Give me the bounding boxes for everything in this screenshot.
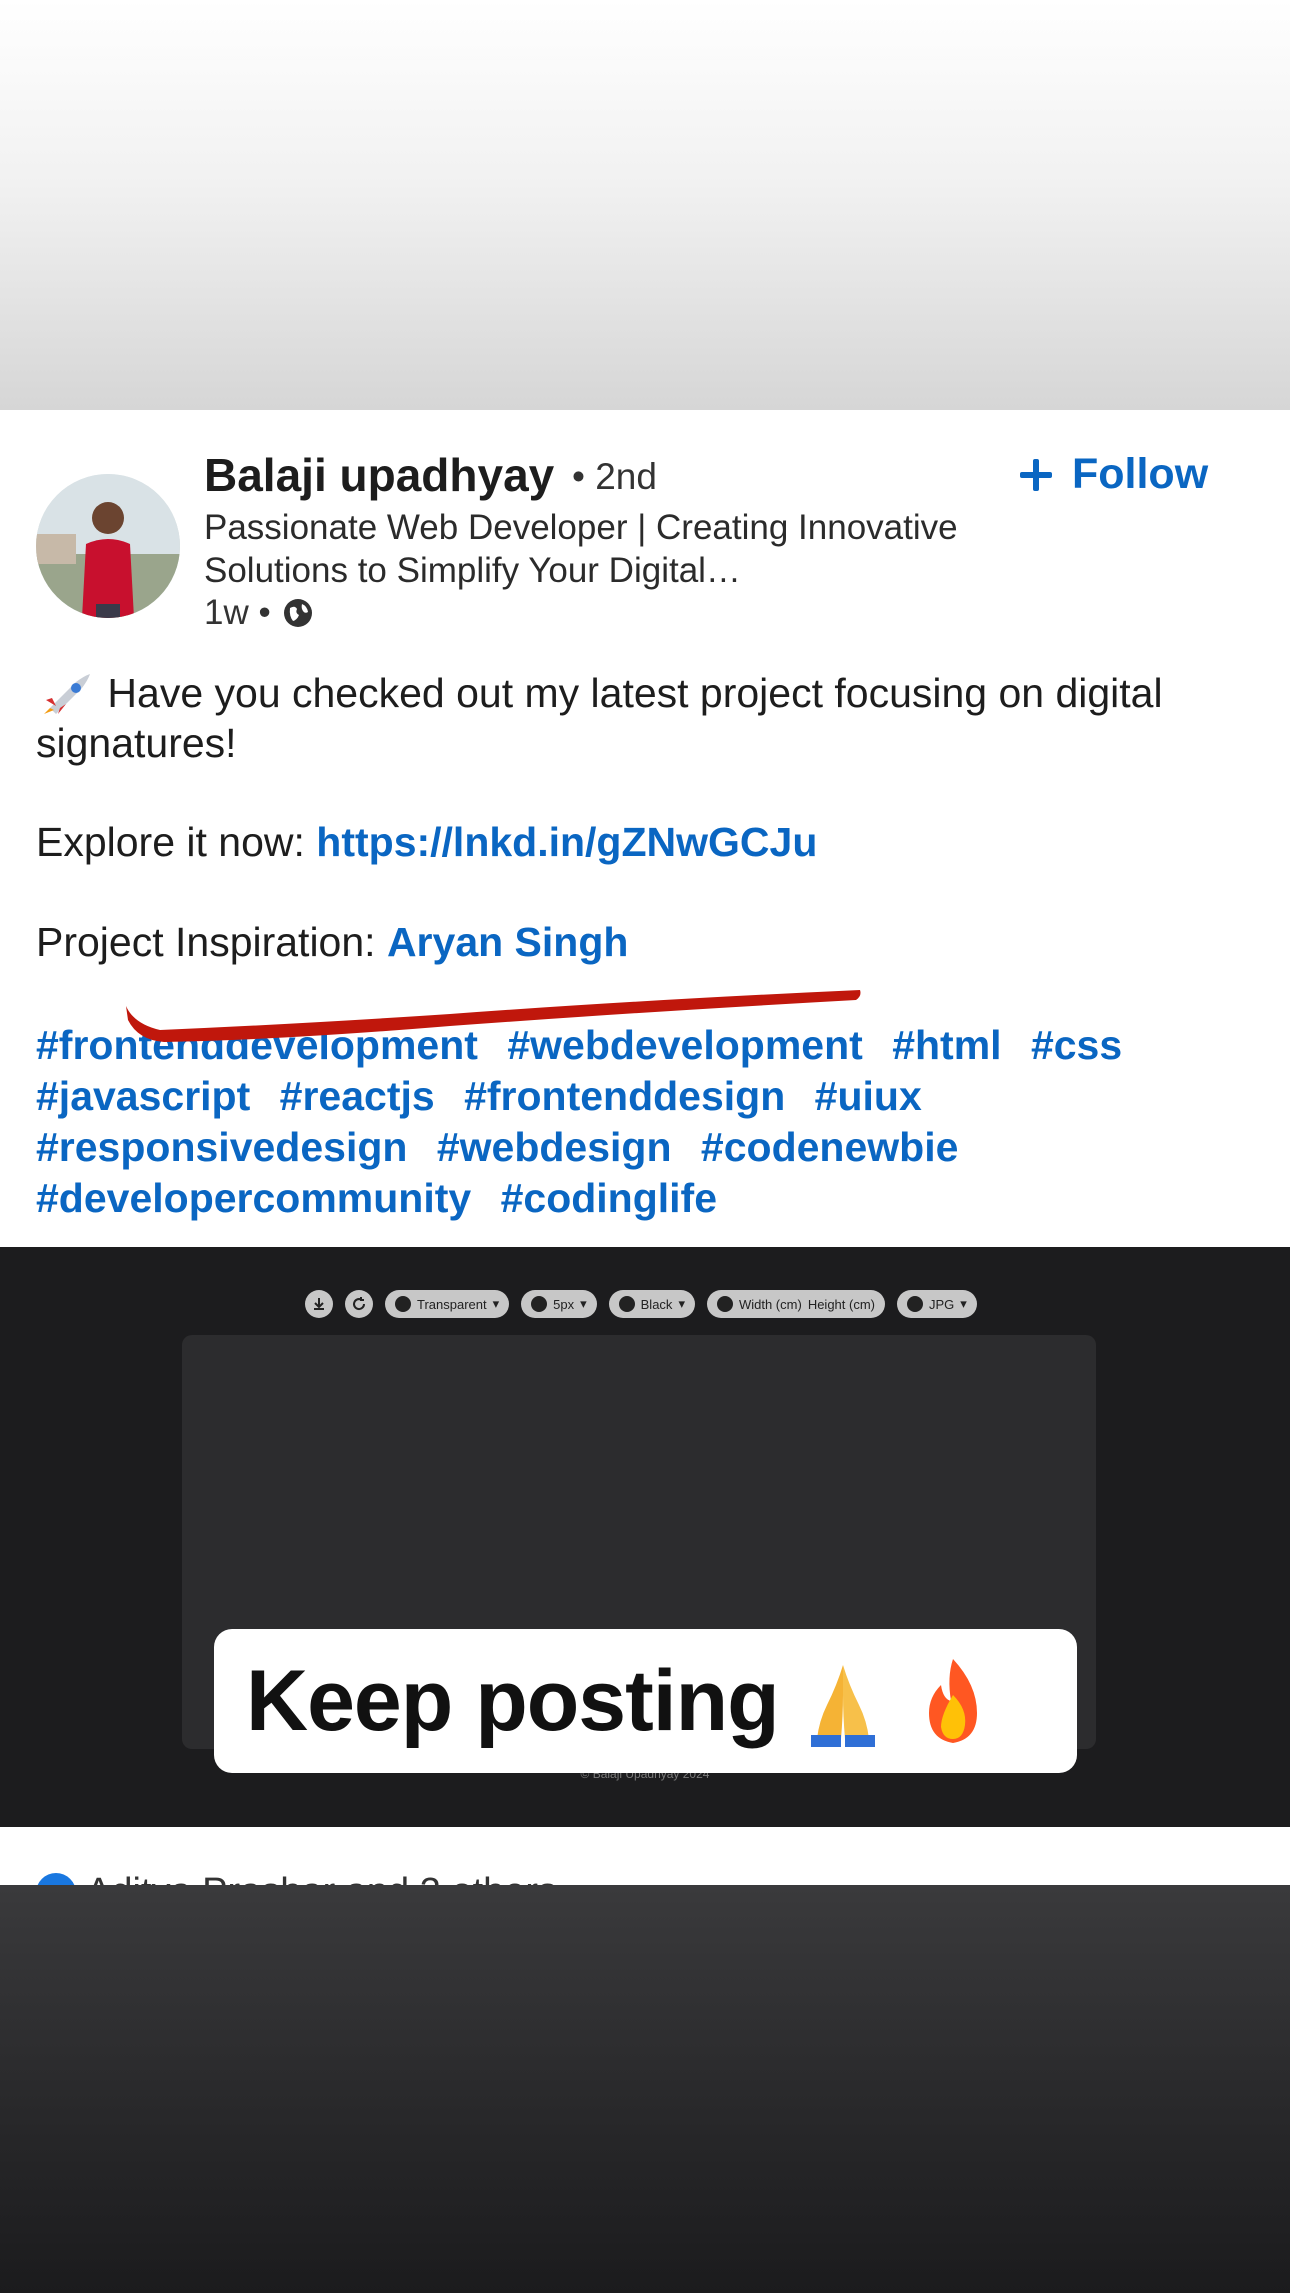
hashtag[interactable]: #codinglife: [501, 1175, 717, 1221]
explore-link[interactable]: https://lnkd.in/gZNwGCJu: [316, 819, 817, 865]
post-text-inspiration: Project Inspiration: Aryan Singh: [36, 917, 628, 967]
plus-icon: [1016, 455, 1056, 495]
stroke-select: 5px ▾: [521, 1290, 597, 1318]
rocket-icon: [36, 668, 96, 718]
hashtag[interactable]: #developercommunity: [36, 1175, 471, 1221]
fire-icon: [907, 1655, 999, 1747]
explore-prefix: Explore it now:: [36, 819, 317, 865]
refresh-icon: [345, 1290, 373, 1318]
hashtag[interactable]: #responsivedesign: [36, 1124, 407, 1170]
hashtag[interactable]: #css: [1031, 1022, 1122, 1068]
post-text-intro: Have you checked out my latest project f…: [36, 668, 1266, 768]
story-bottom-gradient: [0, 1885, 1290, 2293]
download-icon: [305, 1290, 333, 1318]
format-select-value: JPG: [929, 1296, 955, 1312]
height-field: Height (cm): [807, 1296, 875, 1312]
stroke-select-value: 5px: [553, 1296, 575, 1312]
inspiration-prefix: Project Inspiration:: [36, 919, 387, 965]
globe-icon: [281, 596, 315, 630]
hashtag[interactable]: #uiux: [815, 1073, 922, 1119]
post-meta: 1w •: [204, 593, 315, 633]
follow-label: Follow: [1072, 450, 1209, 498]
praying-hands-icon: [797, 1655, 889, 1747]
keep-posting-sticker: Keep posting: [214, 1629, 1077, 1773]
like-reaction-icon: [36, 1872, 76, 1885]
hashtag[interactable]: #codenewbie: [701, 1124, 958, 1170]
inspiration-mention[interactable]: Aryan Singh: [387, 919, 628, 965]
hashtag[interactable]: #reactjs: [280, 1073, 435, 1119]
reactions-summary[interactable]: Aditya Prashar and 3 others: [36, 1871, 557, 1885]
story-top-gradient: [0, 0, 1290, 410]
hashtag[interactable]: #frontenddevelopment: [36, 1022, 478, 1068]
reactions-strip: Aditya Prashar and 3 others: [0, 1827, 1290, 1885]
hashtag-list: #frontenddevelopment #webdevelopment #ht…: [36, 1020, 1236, 1224]
author-avatar[interactable]: [36, 474, 180, 618]
author-headline: Passionate Web Developer | Creating Inno…: [204, 508, 958, 590]
connection-degree: • 2nd: [572, 456, 657, 497]
post-text-line1: Have you checked out my latest project f…: [36, 670, 1163, 766]
post-time: 1w •: [204, 593, 271, 632]
background-select-value: Transparent: [417, 1296, 487, 1312]
color-select-value: Black: [640, 1296, 673, 1312]
background-select: Transparent ▾: [385, 1290, 510, 1318]
post-text-explore: Explore it now: https://lnkd.in/gZNwGCJu: [36, 817, 817, 867]
hashtag[interactable]: #html: [892, 1022, 1001, 1068]
size-fields: Width (cm) Height (cm): [706, 1290, 885, 1318]
hashtag[interactable]: #frontenddesign: [464, 1073, 785, 1119]
hashtag[interactable]: #webdevelopment: [507, 1022, 862, 1068]
hashtag[interactable]: #webdesign: [437, 1124, 672, 1170]
follow-button[interactable]: Follow: [1016, 450, 1208, 499]
sticker-text: Keep posting: [246, 1652, 780, 1749]
hashtag[interactable]: #javascript: [36, 1073, 250, 1119]
width-field: Width (cm): [738, 1296, 802, 1312]
reactions-text: Aditya Prashar and 3 others: [86, 1871, 557, 1885]
signature-app-toolbar: Transparent ▾ 5px ▾ Black ▾ Width (cm) Heigh…: [305, 1289, 977, 1319]
format-select: JPG ▾: [897, 1290, 977, 1318]
author-name[interactable]: Balaji upadhyay: [204, 448, 554, 502]
linkedin-post-card: Balaji upadhyay • 2nd Passionate Web Dev…: [0, 410, 1290, 1247]
color-select: Black ▾: [608, 1290, 695, 1318]
